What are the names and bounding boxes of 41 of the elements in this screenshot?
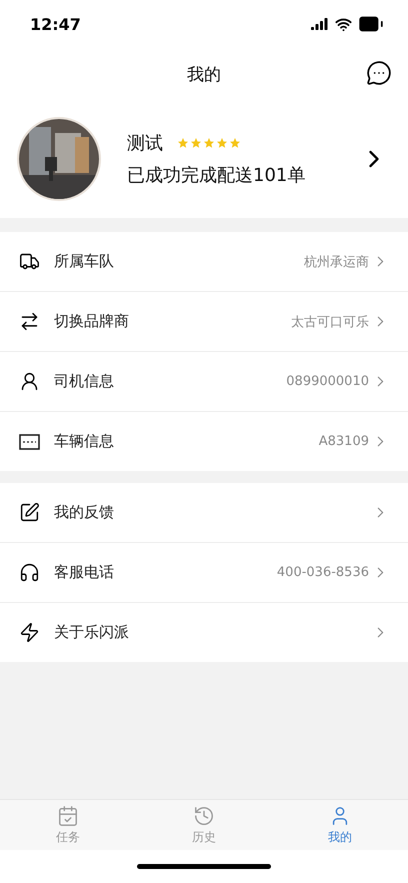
row-value: A83109 [318, 434, 369, 449]
menu-row[interactable]: 车辆信息 A83109 [0, 411, 408, 471]
delivery-summary: 已成功完成配送101单 [127, 164, 306, 187]
row-value: 400-036-8536 [276, 565, 369, 580]
row-label: 司机信息 [54, 372, 115, 391]
swap-arrows-icon [19, 311, 40, 332]
history-icon [193, 804, 215, 826]
star-icon [229, 137, 241, 149]
row-label: 所属车队 [54, 252, 115, 271]
star-icon [177, 137, 189, 149]
row-value: 0899000010 [286, 374, 369, 389]
edit-icon [19, 502, 40, 523]
row-value: 太古可口可乐 [291, 314, 369, 330]
star-icon [203, 137, 215, 149]
menu-row[interactable]: 所属车队 杭州承运商 [0, 232, 408, 291]
menu-row[interactable]: 客服电话 400-036-8536 [0, 542, 408, 602]
plate-icon [19, 434, 40, 450]
headphones-icon [19, 562, 40, 583]
row-label: 车辆信息 [54, 432, 115, 451]
calendar-check-icon [57, 804, 79, 826]
row-value: 杭州承运商 [304, 254, 369, 270]
message-icon[interactable] [366, 60, 392, 86]
user-name: 测试 [127, 132, 163, 155]
menu-row[interactable]: 司机信息 0899000010 [0, 351, 408, 411]
row-label: 客服电话 [54, 563, 115, 582]
menu-row[interactable]: 我的反馈 [0, 483, 408, 542]
tab[interactable]: 我的 [272, 800, 408, 850]
menu-row[interactable]: 切换品牌商 太古可口可乐 [0, 291, 408, 351]
star-icon [190, 137, 202, 149]
page-title: 我的 [187, 64, 221, 86]
wifi-icon [335, 16, 352, 32]
row-label: 切换品牌商 [54, 312, 130, 331]
status-time: 12:47 [30, 14, 81, 34]
signal-icon [311, 18, 329, 30]
truck-icon [19, 251, 40, 272]
lightning-icon [19, 622, 40, 643]
row-label: 关于乐闪派 [54, 623, 130, 642]
person-icon [19, 371, 40, 392]
row-label: 我的反馈 [54, 503, 115, 522]
menu-row[interactable]: 关于乐闪派 [0, 602, 408, 662]
star-icon [216, 137, 228, 149]
